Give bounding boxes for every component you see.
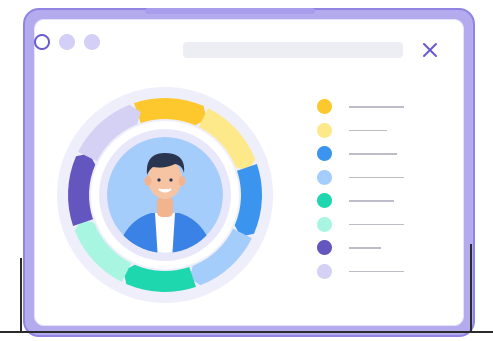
legend-swatch — [317, 193, 332, 208]
profile-ring-graphic — [57, 87, 273, 303]
illustration-stage — [0, 0, 493, 341]
color-legend — [315, 97, 425, 285]
legend-swatch — [317, 169, 332, 185]
legend-item — [315, 121, 425, 145]
legend-swatch — [317, 122, 332, 138]
legend-placeholder-line — [349, 106, 404, 108]
legend-item — [315, 238, 425, 262]
address-bar[interactable] — [183, 42, 403, 58]
profile-ring — [55, 85, 275, 310]
legend-placeholder-line — [349, 270, 404, 272]
legend-item — [315, 262, 425, 286]
legend-placeholder-line — [349, 223, 404, 225]
legend-placeholder-line — [349, 176, 404, 178]
legend-swatch — [317, 146, 332, 161]
legend-placeholder-line — [349, 247, 381, 249]
legend-item — [315, 168, 425, 192]
legend-swatch — [317, 216, 332, 232]
legend-placeholder-line — [349, 200, 394, 202]
legend-swatch — [317, 263, 332, 279]
control-dot-2[interactable] — [59, 34, 75, 50]
legend-placeholder-line — [349, 129, 387, 131]
control-dot-3[interactable] — [84, 34, 100, 50]
control-dot-1[interactable] — [34, 34, 50, 50]
left-outline-stroke — [20, 258, 22, 333]
legend-item — [315, 215, 425, 239]
legend-item — [315, 144, 425, 168]
legend-item — [315, 191, 425, 215]
right-outline-stroke — [470, 244, 472, 333]
window-top-highlight — [145, 8, 315, 14]
ground-line — [0, 331, 493, 333]
window-controls — [34, 34, 100, 50]
close-icon[interactable] — [420, 40, 440, 60]
legend-placeholder-line — [349, 153, 397, 155]
legend-swatch — [317, 99, 332, 114]
legend-swatch — [317, 240, 332, 255]
legend-item — [315, 97, 425, 121]
